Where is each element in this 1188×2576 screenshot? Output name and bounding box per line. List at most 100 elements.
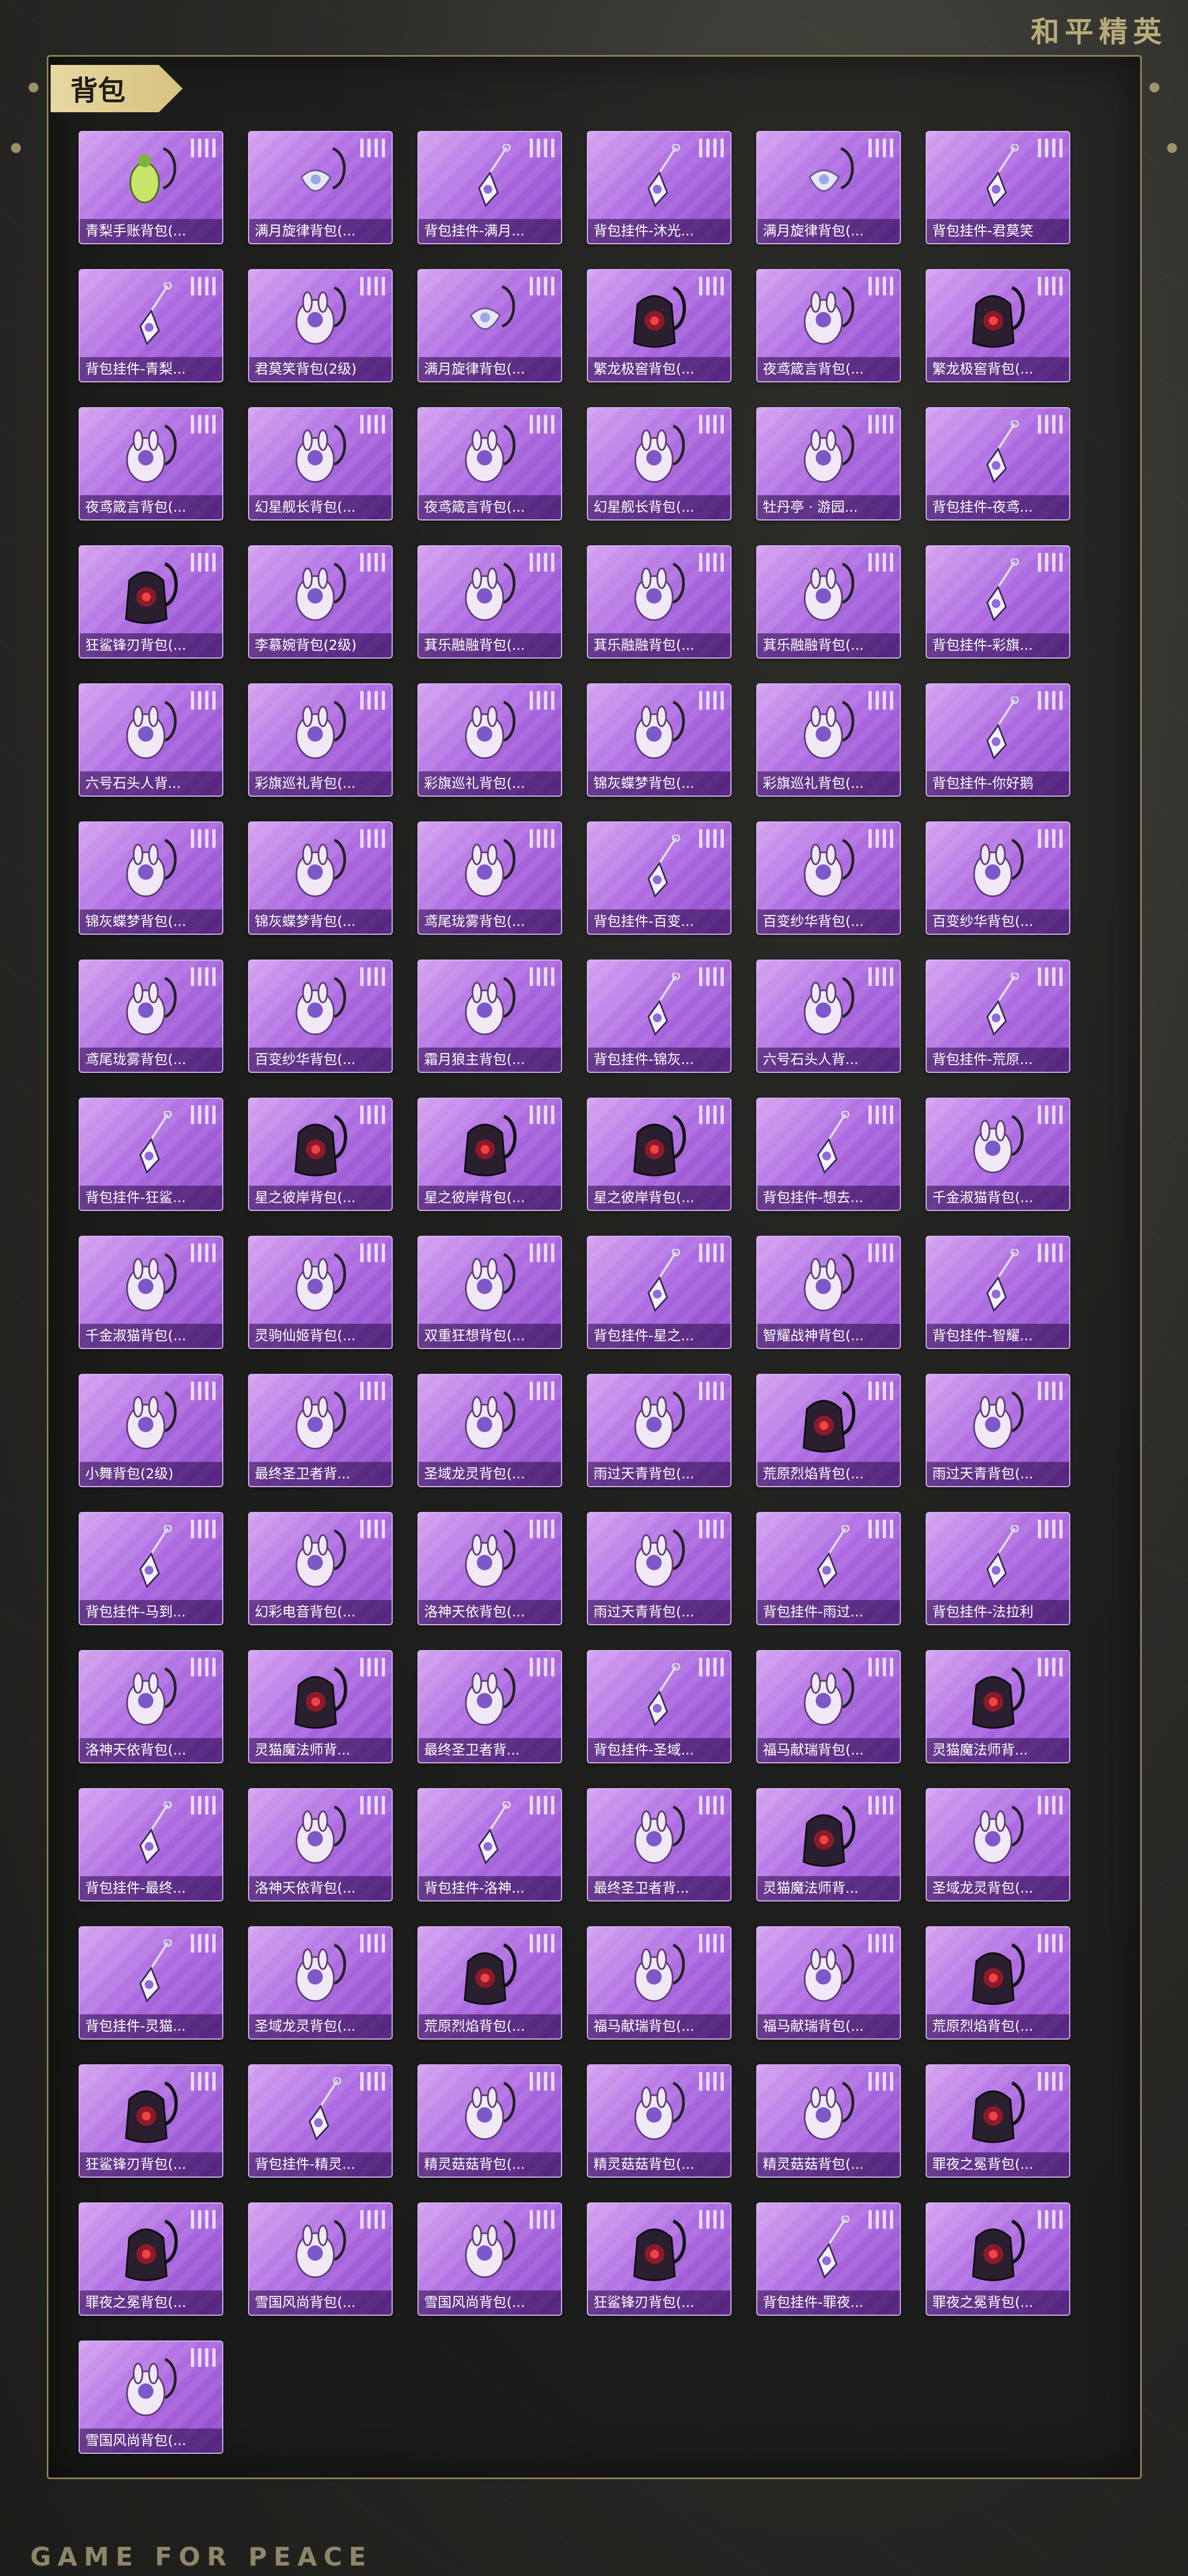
item-card[interactable]: 鸢尾珑雾背包(... bbox=[417, 821, 562, 935]
item-card[interactable]: 幻彩电音背包(... bbox=[248, 1512, 393, 1625]
item-card[interactable]: 圣域龙灵背包(... bbox=[417, 1374, 562, 1487]
item-card[interactable]: 繁龙极窖背包(... bbox=[926, 269, 1070, 382]
item-card[interactable]: 背包挂件-洛神... bbox=[417, 1788, 562, 1901]
item-card[interactable]: 彩旗巡礼背包(... bbox=[417, 683, 562, 797]
item-card[interactable]: 背包挂件-狂鲨... bbox=[79, 1098, 223, 1211]
item-card[interactable]: 千金淑猫背包(... bbox=[79, 1236, 223, 1349]
item-card[interactable]: 李慕婉背包(2级) bbox=[248, 545, 393, 659]
item-card[interactable]: 锦灰蝶梦背包(... bbox=[248, 821, 393, 935]
rarity-bars-icon bbox=[1038, 277, 1063, 295]
item-card[interactable]: 荒原烈焰背包(... bbox=[926, 1926, 1070, 2040]
item-card[interactable]: 最终圣卫者背... bbox=[417, 1650, 562, 1763]
item-card[interactable]: 百变纱华背包(... bbox=[926, 821, 1070, 935]
item-card[interactable]: 星之彼岸背包(... bbox=[248, 1098, 393, 1211]
item-card[interactable]: 狂鲨锋刃背包(... bbox=[79, 2064, 223, 2178]
item-card[interactable]: 精灵菇菇背包(... bbox=[417, 2064, 562, 2178]
backpack-icon bbox=[282, 973, 359, 1044]
item-card[interactable]: 彩旗巡礼背包(... bbox=[756, 683, 901, 797]
item-label: 李慕婉背包(2级) bbox=[249, 633, 392, 657]
item-card[interactable]: 雪国风尚背包(... bbox=[417, 2202, 562, 2316]
item-card[interactable]: 狂鲨锋刃背包(... bbox=[587, 2202, 732, 2316]
item-card[interactable]: 星之彼岸背包(... bbox=[587, 1098, 732, 1211]
item-card[interactable]: 背包挂件-你好鹅 bbox=[926, 683, 1070, 797]
item-card[interactable]: 福马献瑞背包(... bbox=[756, 1650, 901, 1763]
item-card[interactable]: 福马献瑞背包(... bbox=[587, 1926, 732, 2040]
item-card[interactable]: 百变纱华背包(... bbox=[248, 960, 393, 1073]
item-card[interactable]: 圣域龙灵背包(... bbox=[926, 1788, 1070, 1901]
item-card[interactable]: 双重狂想背包(... bbox=[417, 1236, 562, 1349]
item-card[interactable]: 洛神天依背包(... bbox=[417, 1512, 562, 1625]
item-card[interactable]: 星之彼岸背包(... bbox=[417, 1098, 562, 1211]
item-card[interactable]: 背包挂件-法拉利 bbox=[926, 1512, 1070, 1625]
item-card[interactable]: 背包挂件-雨过... bbox=[756, 1512, 901, 1625]
item-card[interactable]: 雨过天青背包(... bbox=[587, 1374, 732, 1487]
item-card[interactable]: 灵猫魔法师背... bbox=[756, 1788, 901, 1901]
item-card[interactable]: 萁乐融融背包(... bbox=[417, 545, 562, 659]
item-card[interactable]: 灵猫魔法师背... bbox=[248, 1650, 393, 1763]
item-card[interactable]: 霜月狼主背包(... bbox=[417, 960, 562, 1073]
item-card[interactable]: 萁乐融融背包(... bbox=[587, 545, 732, 659]
item-card[interactable]: 百变纱华背包(... bbox=[756, 821, 901, 935]
item-card[interactable]: 背包挂件-锦灰... bbox=[587, 960, 732, 1073]
item-card[interactable]: 牡丹亭 · 游园... bbox=[756, 407, 901, 520]
item-card[interactable]: 精灵菇菇背包(... bbox=[756, 2064, 901, 2178]
item-card[interactable]: 夜鸢箴言背包(... bbox=[756, 269, 901, 382]
item-card[interactable]: 背包挂件-圣域... bbox=[587, 1650, 732, 1763]
item-card[interactable]: 背包挂件-沐光... bbox=[587, 131, 732, 244]
item-card[interactable]: 洛神天依背包(... bbox=[79, 1650, 223, 1763]
item-card[interactable]: 背包挂件-精灵... bbox=[248, 2064, 393, 2178]
item-card[interactable]: 福马献瑞背包(... bbox=[756, 1926, 901, 2040]
item-card[interactable]: 锦灰蝶梦背包(... bbox=[587, 683, 732, 797]
item-card[interactable]: 背包挂件-智耀... bbox=[926, 1236, 1070, 1349]
item-card[interactable]: 背包挂件-罪夜... bbox=[756, 2202, 901, 2316]
item-card[interactable]: 罪夜之冕背包(... bbox=[79, 2202, 223, 2316]
item-card[interactable]: 精灵菇菇背包(... bbox=[587, 2064, 732, 2178]
item-card[interactable]: 鸢尾珑雾背包(... bbox=[79, 960, 223, 1073]
item-card[interactable]: 满月旋律背包(... bbox=[417, 269, 562, 382]
item-card[interactable]: 罪夜之冕背包(... bbox=[926, 2064, 1070, 2178]
item-card[interactable]: 背包挂件-满月... bbox=[417, 131, 562, 244]
item-card[interactable]: 夜鸢箴言背包(... bbox=[417, 407, 562, 520]
item-card[interactable]: 狂鲨锋刃背包(... bbox=[79, 545, 223, 659]
item-card[interactable]: 雪国风尚背包(... bbox=[79, 2341, 223, 2454]
item-card[interactable]: 智耀战神背包(... bbox=[756, 1236, 901, 1349]
item-card[interactable]: 荒原烈焰背包(... bbox=[417, 1926, 562, 2040]
item-card[interactable]: 背包挂件-想去... bbox=[756, 1098, 901, 1211]
item-card[interactable]: 最终圣卫者背... bbox=[587, 1788, 732, 1901]
item-card[interactable]: 千金淑猫背包(... bbox=[926, 1098, 1070, 1211]
item-card[interactable]: 背包挂件-星之... bbox=[587, 1236, 732, 1349]
item-card[interactable]: 满月旋律背包(... bbox=[248, 131, 393, 244]
item-card[interactable]: 六号石头人背... bbox=[756, 960, 901, 1073]
item-card[interactable]: 背包挂件-彩旗... bbox=[926, 545, 1070, 659]
item-card[interactable]: 小舞背包(2级) bbox=[79, 1374, 223, 1487]
item-card[interactable]: 繁龙极窖背包(... bbox=[587, 269, 732, 382]
item-card[interactable]: 雨过天青背包(... bbox=[926, 1374, 1070, 1487]
item-card[interactable]: 满月旋律背包(... bbox=[756, 131, 901, 244]
item-card[interactable]: 六号石头人背... bbox=[79, 683, 223, 797]
item-card[interactable]: 圣域龙灵背包(... bbox=[248, 1926, 393, 2040]
item-card[interactable]: 洛神天依背包(... bbox=[248, 1788, 393, 1901]
item-card[interactable]: 青梨手账背包(... bbox=[79, 131, 223, 244]
item-card[interactable]: 背包挂件-夜鸢... bbox=[926, 407, 1070, 520]
item-card[interactable]: 灵猫魔法师背... bbox=[926, 1650, 1070, 1763]
item-card[interactable]: 锦灰蝶梦背包(... bbox=[79, 821, 223, 935]
item-card[interactable]: 萁乐融融背包(... bbox=[756, 545, 901, 659]
item-card[interactable]: 背包挂件-百变... bbox=[587, 821, 732, 935]
item-card[interactable]: 幻星舰长背包(... bbox=[248, 407, 393, 520]
item-card[interactable]: 荒原烈焰背包(... bbox=[756, 1374, 901, 1487]
item-card[interactable]: 幻星舰长背包(... bbox=[587, 407, 732, 520]
item-card[interactable]: 君莫笑背包(2级) bbox=[248, 269, 393, 382]
item-card[interactable]: 背包挂件-荒原... bbox=[926, 960, 1070, 1073]
item-card[interactable]: 雪国风尚背包(... bbox=[248, 2202, 393, 2316]
item-card[interactable]: 灵驹仙姬背包(... bbox=[248, 1236, 393, 1349]
item-card[interactable]: 背包挂件-青梨... bbox=[79, 269, 223, 382]
item-card[interactable]: 背包挂件-君莫笑 bbox=[926, 131, 1070, 244]
item-card[interactable]: 彩旗巡礼背包(... bbox=[248, 683, 393, 797]
item-card[interactable]: 雨过天青背包(... bbox=[587, 1512, 732, 1625]
item-card[interactable]: 背包挂件-马到... bbox=[79, 1512, 223, 1625]
item-card[interactable]: 最终圣卫者背... bbox=[248, 1374, 393, 1487]
item-card[interactable]: 夜鸢箴言背包(... bbox=[79, 407, 223, 520]
item-card[interactable]: 罪夜之冕背包(... bbox=[926, 2202, 1070, 2316]
item-card[interactable]: 背包挂件-灵猫... bbox=[79, 1926, 223, 2040]
item-card[interactable]: 背包挂件-最终... bbox=[79, 1788, 223, 1901]
